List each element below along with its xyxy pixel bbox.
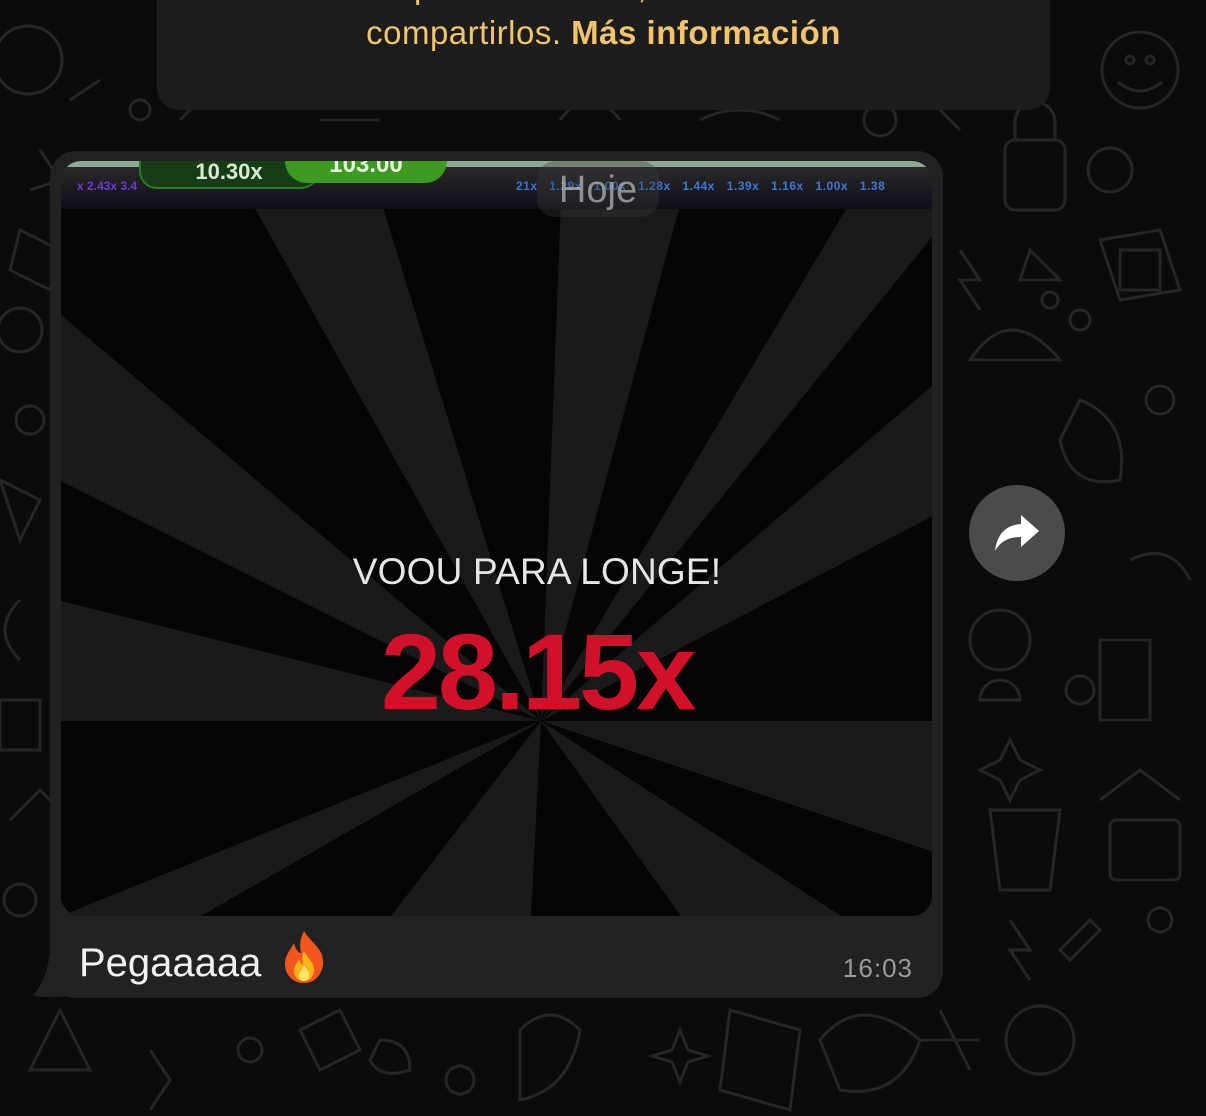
message-bubble[interactable]: x 2.43x 3.4 21x 1.29x 1.00x 1.28x 1.44x …	[50, 151, 943, 998]
fire-icon	[281, 929, 327, 1002]
sunburst-background	[61, 161, 932, 916]
caption-text: Pegaaaaa	[79, 941, 262, 986]
encryption-notice[interactable]: chat pueden leerlos, escucharlos o compa…	[157, 0, 1050, 110]
final-multiplier: 28.15x	[380, 611, 696, 732]
more-info-link[interactable]: Más información	[571, 14, 841, 51]
message-timestamp: 16:03	[842, 953, 913, 983]
date-overlay-chip: Hoje	[537, 161, 659, 217]
forward-icon	[995, 515, 1039, 551]
notice-text-prefix: compartirlos.	[366, 14, 562, 51]
forward-button[interactable]	[969, 485, 1065, 581]
message-caption: Pegaaaaa	[79, 929, 327, 1002]
image-attachment[interactable]: x 2.43x 3.4 21x 1.29x 1.00x 1.28x 1.44x …	[61, 161, 932, 916]
history-values-left: x 2.43x 3.4	[77, 179, 138, 193]
balance-pill: 103.00	[285, 161, 447, 183]
notice-text-line2: compartirlos. Más información	[157, 9, 1050, 57]
flew-away-headline: VOOU PARA LONGE!	[352, 551, 722, 592]
